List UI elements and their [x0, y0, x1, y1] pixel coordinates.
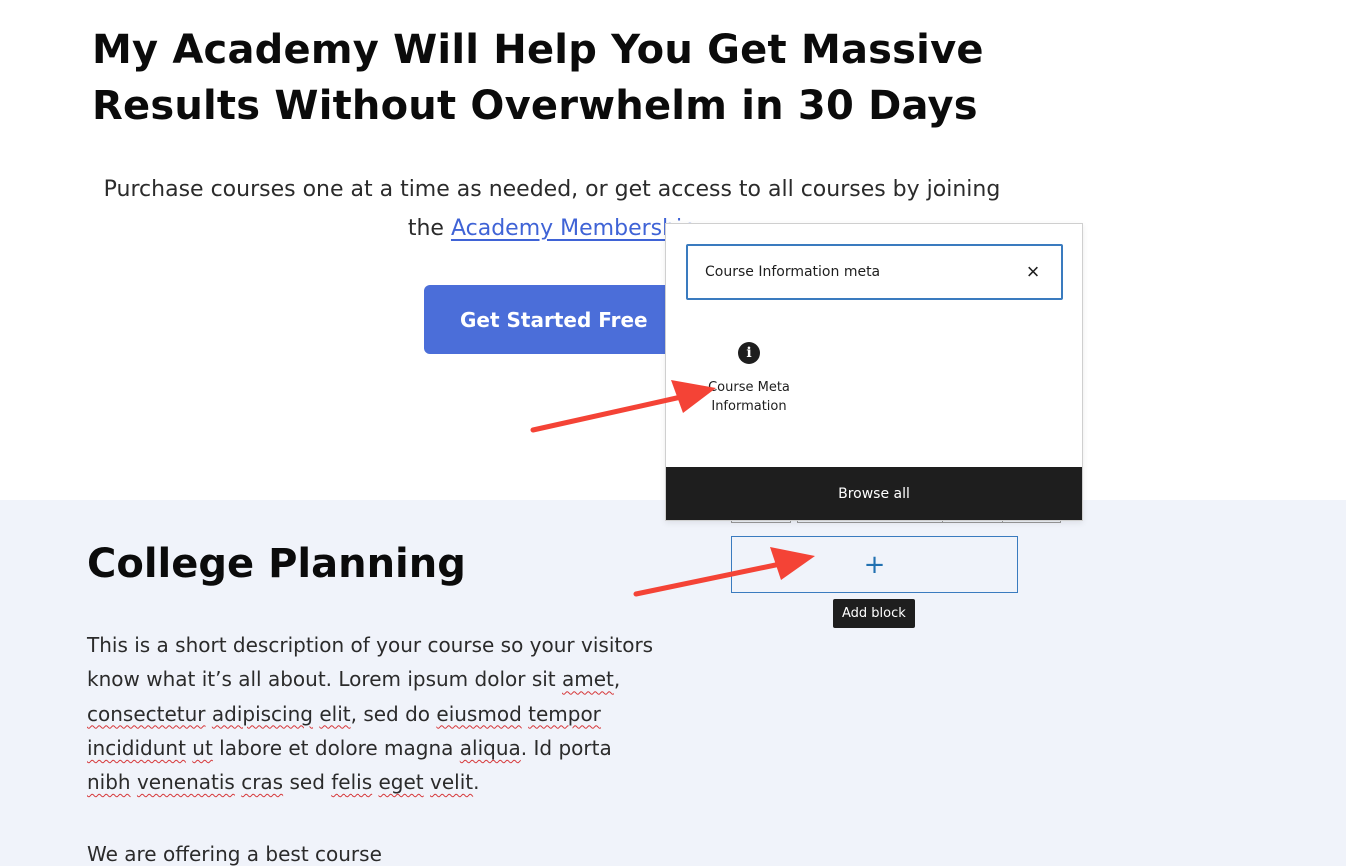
add-block-tooltip: Add block	[833, 599, 915, 628]
course-description: This is a short description of your cour…	[87, 628, 667, 799]
misspelled-word: venenatis	[136, 770, 235, 795]
add-block-button[interactable]: +	[731, 536, 1018, 593]
course-section: College Planning This is a short descrip…	[0, 500, 1346, 866]
block-inserter-popover: × i Course Meta Information Browse all	[665, 223, 1083, 521]
misspelled-word: consectetur	[87, 701, 206, 726]
misspelled-word: ut	[192, 735, 213, 760]
misspelled-word: nibh	[87, 770, 131, 795]
get-started-button[interactable]: Get Started Free	[424, 285, 680, 354]
course-title: College Planning	[87, 541, 466, 587]
desc-text: . Id porta	[520, 735, 612, 760]
block-result-label: Course Meta Information	[708, 380, 790, 414]
editor-canvas: My Academy Will Help You Get Massive Res…	[0, 0, 1346, 866]
block-search-input[interactable]	[688, 246, 1025, 298]
hero-title: My Academy Will Help You Get Massive Res…	[92, 27, 984, 129]
misspelled-word: adipiscing	[211, 701, 313, 726]
close-icon[interactable]: ×	[1019, 258, 1047, 286]
misspelled-word: elit	[319, 701, 351, 726]
desc-text: .	[473, 770, 480, 795]
misspelled-word: eiusmod	[436, 701, 522, 726]
course-extra-text: We are offering a best course	[87, 842, 382, 866]
plus-icon: +	[863, 549, 886, 580]
desc-text: sed	[283, 770, 332, 795]
desc-text: , sed do	[350, 701, 437, 726]
misspelled-word: incididunt	[87, 735, 186, 760]
info-icon: i	[738, 342, 760, 364]
misspelled-word: aliqua	[459, 735, 521, 760]
block-search-box: ×	[686, 244, 1063, 300]
desc-text: ,	[613, 667, 621, 692]
misspelled-word: felis	[331, 770, 373, 795]
block-result-course-meta-information[interactable]: i Course Meta Information	[694, 342, 804, 432]
desc-text: labore et dolore magna	[212, 735, 460, 760]
misspelled-word: tempor	[528, 701, 601, 726]
academy-membership-link[interactable]: Academy Membership	[451, 216, 696, 241]
misspelled-word: amet	[562, 667, 614, 692]
misspelled-word: eget	[378, 770, 424, 795]
browse-all-button[interactable]: Browse all	[666, 467, 1082, 520]
misspelled-word: cras	[241, 770, 284, 795]
misspelled-word: velit	[430, 770, 474, 795]
